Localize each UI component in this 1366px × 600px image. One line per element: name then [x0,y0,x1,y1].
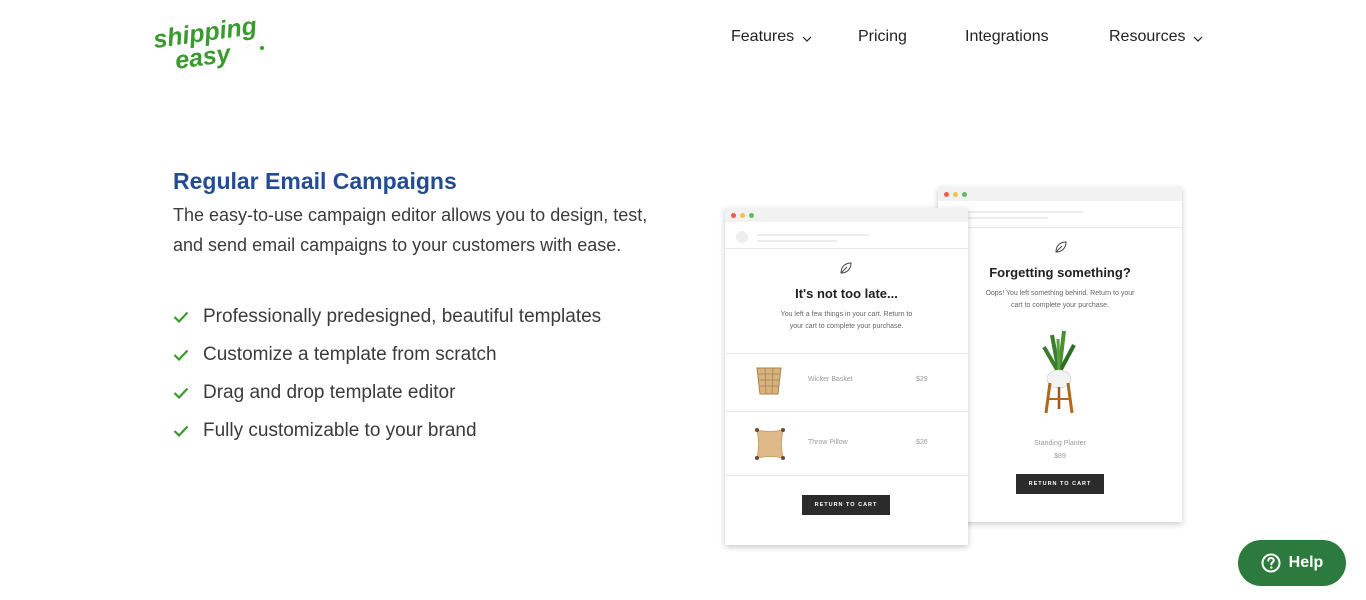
check-icon [173,349,189,361]
product-price: $89 [1054,453,1066,460]
help-button[interactable]: Help [1238,540,1346,586]
feature-text: Fully customizable to your brand [203,420,477,441]
window-dot-yellow [953,191,958,197]
feature-item: Customize a template from scratch [173,336,601,374]
nav-features[interactable]: Features [731,28,812,46]
help-label: Help [1288,554,1324,571]
feature-list: Professionally predesigned, beautiful te… [173,298,601,450]
wicker-basket-image [756,367,782,395]
check-icon [173,425,189,437]
feature-text: Customize a template from scratch [203,344,497,365]
feature-text: Drag and drop template editor [203,382,456,403]
product-price: $26 [916,439,928,446]
email-mockup-not-too-late: It's not too late... You left a few thin… [725,208,968,545]
planter-image [1042,330,1076,414]
nav-integrations-label: Integrations [965,28,1049,45]
product-name: Standing Planter [1034,440,1086,447]
mockup-title: It's not too late... [795,286,898,301]
nav-features-label: Features [731,28,795,45]
window-dot-red [731,212,736,218]
divider [938,227,1182,228]
check-icon [173,387,189,399]
product-price: $29 [916,376,928,383]
avatar-placeholder [736,231,748,243]
section-title: Regular Email Campaigns [173,168,457,194]
placeholder-line [757,234,869,236]
window-titlebar [938,187,1182,201]
window-dot-green [749,212,754,218]
feature-item: Fully customizable to your brand [173,412,601,450]
mockup-subtitle: Oops! You left something behind. Return … [985,290,1135,309]
mockup-title: Forgetting something? [989,265,1131,280]
leaf-icon [840,262,852,274]
mockup-subtitle: You left a few things in your cart. Retu… [780,311,913,330]
nav-integrations[interactable]: Integrations [965,28,1049,46]
email-mockup-forgetting: Forgetting something? Oops! You left som… [938,187,1182,522]
product-name: Wicker Basket [808,376,853,383]
window-dot-green [962,191,967,197]
nav-resources-label: Resources [1109,28,1186,45]
leaf-icon [1055,241,1067,253]
nav-resources[interactable]: Resources [1109,28,1203,46]
feature-item: Professionally predesigned, beautiful te… [173,298,601,336]
chevron-down-icon [802,36,812,42]
chevron-down-icon [1194,36,1203,42]
feature-item: Drag and drop template editor [173,374,601,412]
product-name: Throw Pillow [808,439,848,446]
section-description: The easy-to-use campaign editor allows y… [173,205,648,255]
placeholder-line [757,240,837,242]
main-nav: Features Pricing Integrations Resources [0,28,1366,52]
divider [725,353,968,354]
feature-text: Professionally predesigned, beautiful te… [203,306,602,327]
nav-pricing-label: Pricing [858,28,907,45]
throw-pillow-image [755,428,785,460]
divider [725,475,968,476]
question-circle-icon [1261,553,1281,573]
check-icon [173,311,189,323]
return-to-cart-button[interactable]: RETURN TO CART [1016,474,1104,494]
nav-pricing[interactable]: Pricing [858,28,907,46]
window-dot-red [944,191,949,197]
window-titlebar [725,208,968,222]
placeholder-line [968,217,1048,219]
return-to-cart-button[interactable]: RETURN TO CART [802,495,890,515]
divider [725,411,968,412]
window-dot-yellow [740,212,745,218]
placeholder-line [968,211,1083,213]
divider [725,248,968,249]
